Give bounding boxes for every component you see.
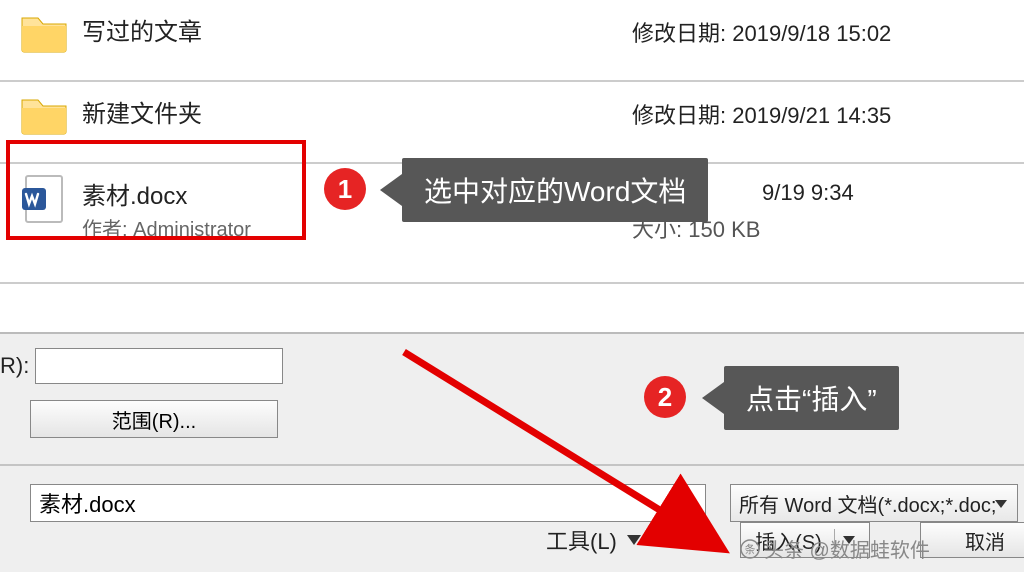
file-name: 素材.docx [82,176,251,211]
tools-label-text: 工具(L) [546,524,617,556]
annotation-callout-1: 选中对应的Word文档 [402,158,708,222]
cancel-button-label: 取消 [965,526,1005,555]
annotation-badge-2: 2 [644,376,686,418]
folder-icon [20,10,72,62]
filename-input[interactable] [30,484,706,522]
file-list: 写过的文章 修改日期: 2019/9/18 15:02 新建文件夹 修改日期: … [0,0,1024,284]
tools-dropdown[interactable]: 工具(L) [546,524,641,556]
list-item[interactable]: 写过的文章 修改日期: 2019/9/18 15:02 [0,0,1024,82]
separator [0,464,1024,466]
file-date: 修改日期: 2019/9/18 15:02 [632,16,891,48]
file-date: 修改日期: 2019/9/21 14:35 [632,98,891,130]
file-date: 9/19 9:34 [762,180,854,206]
folder-icon [20,92,72,144]
word-doc-icon [20,174,72,226]
watermark: 条 头条 @数据蛙软件 [740,534,930,563]
annotation-callout-2: 点击“插入” [724,366,899,430]
svg-text:条: 条 [745,542,756,556]
chevron-down-icon [627,535,641,545]
filetype-dropdown[interactable]: 所有 Word 文档(*.docx;*.doc; [730,484,1018,522]
range-button[interactable]: 范围(R)... [30,400,278,438]
list-item[interactable]: 新建文件夹 修改日期: 2019/9/21 14:35 [0,82,1024,164]
cancel-button[interactable]: 取消 [920,522,1024,558]
file-name: 写过的文章 [82,12,202,47]
range-input[interactable] [35,348,283,384]
file-author: 作者: Administrator [82,213,251,242]
file-name: 新建文件夹 [82,94,202,129]
range-row-label: R): [0,353,29,379]
annotation-badge-1: 1 [324,168,366,210]
